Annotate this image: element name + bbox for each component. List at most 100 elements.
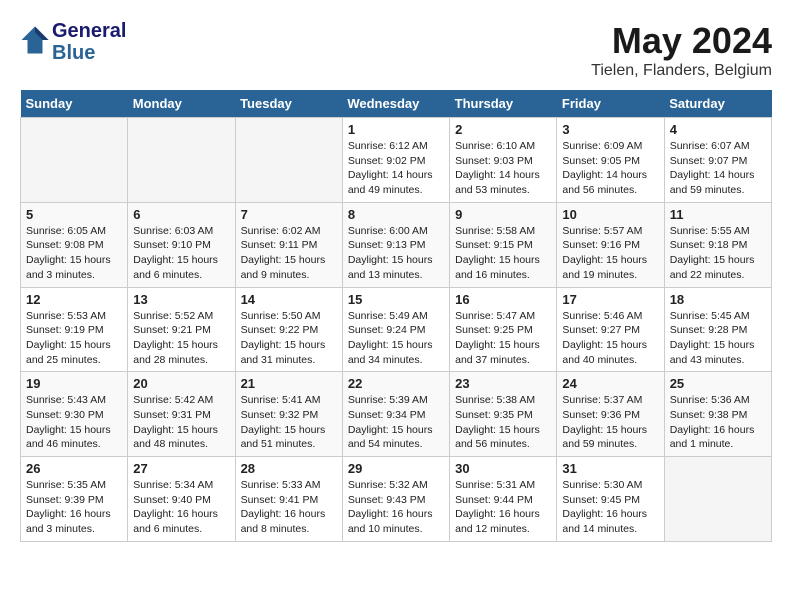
day-number: 8 [348,207,444,222]
calendar-cell: 17Sunrise: 5:46 AM Sunset: 9:27 PM Dayli… [557,287,664,372]
calendar-cell: 18 Sunrise: 5:45 AM Sunset: 9:28 PM Dayli… [664,287,771,372]
day-info: Sunrise: 5:34 AM Sunset: 9:40 PM Dayligh… [133,478,229,537]
day-info: Sunrise: 5:55 AM Sunset: 9:18 PM Dayligh… [670,224,766,283]
day-info: Sunrise: 5:52 AM Sunset: 9:21 PM Dayligh… [133,309,229,368]
calendar-table: SundayMondayTuesdayWednesdayThursdayFrid… [20,90,772,542]
day-number: 18 [670,292,766,307]
day-number: 12 [26,292,122,307]
day-info: Sunrise: 5:57 AM Sunset: 9:16 PM Dayligh… [562,224,658,283]
day-number: 2 [455,122,551,137]
calendar-cell: 5 Sunrise: 6:05 AM Sunset: 9:08 PM Daylig… [21,202,128,287]
day-number: 29 [348,461,444,476]
calendar-cell: 29 Sunrise: 5:32 AM Sunset: 9:43 PM Dayli… [342,457,449,542]
calendar-cell: 13 Sunrise: 5:52 AM Sunset: 9:21 PM Dayli… [128,287,235,372]
day-info: Sunrise: 5:36 AM Sunset: 9:38 PM Dayligh… [670,393,766,452]
day-info: Sunrise: 5:50 AM Sunset: 9:22 PM Dayligh… [241,309,337,368]
day-number: 30 [455,461,551,476]
calendar-cell: 16 Sunrise: 5:47 AM Sunset: 9:25 PM Dayli… [450,287,557,372]
day-number: 24 [562,376,658,391]
weekday-header-row: SundayMondayTuesdayWednesdayThursdayFrid… [21,90,772,118]
day-number: 28 [241,461,337,476]
day-number: 22 [348,376,444,391]
location-subtitle: Tielen, Flanders, Belgium [591,62,772,80]
day-info: Sunrise: 5:49 AM Sunset: 9:24 PM Dayligh… [348,309,444,368]
calendar-cell [128,118,235,203]
day-info: Sunrise: 5:43 AM Sunset: 9:30 PM Dayligh… [26,393,122,452]
day-number: 14 [241,292,337,307]
day-number: 25 [670,376,766,391]
weekday-header-tuesday: Tuesday [235,90,342,118]
day-info: Sunrise: 5:32 AM Sunset: 9:43 PM Dayligh… [348,478,444,537]
day-info: Sunrise: 5:47 AM Sunset: 9:25 PM Dayligh… [455,309,551,368]
calendar-cell: 25 Sunrise: 5:36 AM Sunset: 9:38 PM Dayli… [664,372,771,457]
calendar-cell: 27 Sunrise: 5:34 AM Sunset: 9:40 PM Dayli… [128,457,235,542]
title-block: May 2024 Tielen, Flanders, Belgium [591,20,772,80]
day-number: 15 [348,292,444,307]
day-number: 5 [26,207,122,222]
calendar-cell: 14 Sunrise: 5:50 AM Sunset: 9:22 PM Dayli… [235,287,342,372]
weekday-header-wednesday: Wednesday [342,90,449,118]
calendar-cell: 9 Sunrise: 5:58 AM Sunset: 9:15 PM Daylig… [450,202,557,287]
calendar-cell: 30 Sunrise: 5:31 AM Sunset: 9:44 PM Dayli… [450,457,557,542]
day-info: Sunrise: 5:30 AM Sunset: 9:45 PM Dayligh… [562,478,658,537]
day-number: 11 [670,207,766,222]
calendar-cell: 28Sunrise: 5:33 AM Sunset: 9:41 PM Dayli… [235,457,342,542]
day-number: 6 [133,207,229,222]
logo: General Blue [20,20,126,64]
calendar-week-row: 12 Sunrise: 5:53 AM Sunset: 9:19 PM Dayli… [21,287,772,372]
day-info: Sunrise: 5:42 AM Sunset: 9:31 PM Dayligh… [133,393,229,452]
calendar-cell: 20 Sunrise: 5:42 AM Sunset: 9:31 PM Dayli… [128,372,235,457]
day-number: 20 [133,376,229,391]
logo-blue: Blue [52,42,126,64]
day-info: Sunrise: 6:09 AM Sunset: 9:05 PM Dayligh… [562,139,658,198]
calendar-week-row: 5 Sunrise: 6:05 AM Sunset: 9:08 PM Daylig… [21,202,772,287]
day-number: 26 [26,461,122,476]
day-info: Sunrise: 5:39 AM Sunset: 9:34 PM Dayligh… [348,393,444,452]
day-info: Sunrise: 5:45 AM Sunset: 9:28 PM Dayligh… [670,309,766,368]
day-number: 16 [455,292,551,307]
weekday-header-monday: Monday [128,90,235,118]
calendar-cell: 23Sunrise: 5:38 AM Sunset: 9:35 PM Dayli… [450,372,557,457]
calendar-cell: 1Sunrise: 6:12 AM Sunset: 9:02 PM Daylig… [342,118,449,203]
calendar-cell: 21Sunrise: 5:41 AM Sunset: 9:32 PM Dayli… [235,372,342,457]
day-info: Sunrise: 6:12 AM Sunset: 9:02 PM Dayligh… [348,139,444,198]
day-info: Sunrise: 5:53 AM Sunset: 9:19 PM Dayligh… [26,309,122,368]
day-number: 27 [133,461,229,476]
calendar-cell: 10Sunrise: 5:57 AM Sunset: 9:16 PM Dayli… [557,202,664,287]
calendar-week-row: 19 Sunrise: 5:43 AM Sunset: 9:30 PM Dayli… [21,372,772,457]
calendar-cell: 7 Sunrise: 6:02 AM Sunset: 9:11 PM Daylig… [235,202,342,287]
month-year-title: May 2024 [591,20,772,62]
day-number: 31 [562,461,658,476]
day-info: Sunrise: 6:00 AM Sunset: 9:13 PM Dayligh… [348,224,444,283]
weekday-header-sunday: Sunday [21,90,128,118]
day-info: Sunrise: 6:05 AM Sunset: 9:08 PM Dayligh… [26,224,122,283]
calendar-cell [235,118,342,203]
day-number: 23 [455,376,551,391]
calendar-cell: 24Sunrise: 5:37 AM Sunset: 9:36 PM Dayli… [557,372,664,457]
calendar-cell: 8 Sunrise: 6:00 AM Sunset: 9:13 PM Daylig… [342,202,449,287]
calendar-cell [21,118,128,203]
day-number: 7 [241,207,337,222]
calendar-cell: 11 Sunrise: 5:55 AM Sunset: 9:18 PM Dayli… [664,202,771,287]
weekday-header-saturday: Saturday [664,90,771,118]
day-number: 19 [26,376,122,391]
day-number: 9 [455,207,551,222]
calendar-cell: 19 Sunrise: 5:43 AM Sunset: 9:30 PM Dayli… [21,372,128,457]
day-info: Sunrise: 5:58 AM Sunset: 9:15 PM Dayligh… [455,224,551,283]
calendar-cell: 15 Sunrise: 5:49 AM Sunset: 9:24 PM Dayli… [342,287,449,372]
calendar-cell [664,457,771,542]
day-number: 13 [133,292,229,307]
day-number: 17 [562,292,658,307]
day-info: Sunrise: 6:02 AM Sunset: 9:11 PM Dayligh… [241,224,337,283]
calendar-cell: 22 Sunrise: 5:39 AM Sunset: 9:34 PM Dayli… [342,372,449,457]
day-info: Sunrise: 5:31 AM Sunset: 9:44 PM Dayligh… [455,478,551,537]
calendar-cell: 12 Sunrise: 5:53 AM Sunset: 9:19 PM Dayli… [21,287,128,372]
logo-general: General [52,20,126,42]
calendar-week-row: 1Sunrise: 6:12 AM Sunset: 9:02 PM Daylig… [21,118,772,203]
day-info: Sunrise: 6:03 AM Sunset: 9:10 PM Dayligh… [133,224,229,283]
calendar-cell: 26Sunrise: 5:35 AM Sunset: 9:39 PM Dayli… [21,457,128,542]
day-number: 4 [670,122,766,137]
calendar-cell: 31 Sunrise: 5:30 AM Sunset: 9:45 PM Dayli… [557,457,664,542]
weekday-header-friday: Friday [557,90,664,118]
day-number: 21 [241,376,337,391]
